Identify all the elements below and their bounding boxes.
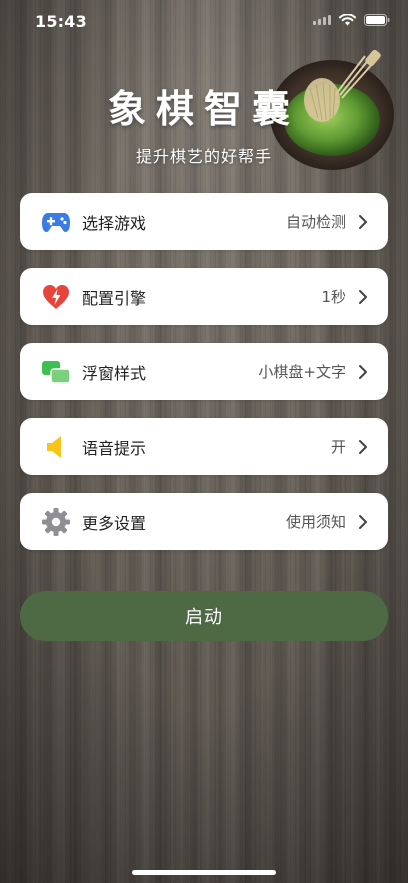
speaker-icon (40, 431, 72, 463)
start-button[interactable]: 启动 (20, 591, 388, 641)
app-subtitle: 提升棋艺的好帮手 (135, 147, 272, 166)
menu-item-value: 使用须知 (285, 513, 346, 531)
menu-item-label: 配置引擎 (82, 288, 147, 308)
wifi-icon (339, 14, 356, 26)
status-time: 15:43 (35, 12, 87, 31)
gear-icon (40, 506, 72, 538)
status-bar: 15:43 (0, 0, 408, 44)
menu-item-select-game[interactable]: 选择游戏 自动检测 (20, 193, 388, 250)
menu-item-label: 浮窗样式 (82, 363, 147, 383)
windows-icon (40, 356, 72, 388)
battery-icon (364, 14, 390, 26)
menu-item-value: 1秒 (321, 288, 346, 306)
menu-item-more-settings[interactable]: 更多设置 使用须知 (20, 493, 388, 550)
menu-item-label: 选择游戏 (82, 213, 147, 233)
cellular-signal-icon (313, 15, 331, 25)
heart-bolt-icon (40, 281, 72, 313)
chevron-right-icon (359, 214, 367, 229)
status-indicators (313, 14, 390, 26)
menu-item-voice-prompt[interactable]: 语音提示 开 (20, 418, 388, 475)
gamepad-icon (40, 206, 72, 238)
menu-item-value: 自动检测 (285, 213, 346, 231)
menu-item-engine-config[interactable]: 配置引擎 1秒 (20, 268, 388, 325)
menu-item-label: 更多设置 (82, 513, 147, 533)
chevron-right-icon (359, 364, 367, 379)
chevron-right-icon (359, 514, 367, 529)
menu-item-label: 语音提示 (82, 438, 147, 458)
app-screen: 15:43 象棋智囊 提升棋艺的好帮手 选择游戏 自动检测 配置引擎 1秒 浮窗… (0, 0, 408, 883)
settings-menu: 选择游戏 自动检测 配置引擎 1秒 浮窗样式 小棋盘+文字 语音提示 开 更多设… (20, 193, 388, 568)
menu-item-value: 开 (330, 438, 346, 456)
chevron-right-icon (359, 289, 367, 304)
chevron-right-icon (359, 439, 367, 454)
menu-item-float-style[interactable]: 浮窗样式 小棋盘+文字 (20, 343, 388, 400)
menu-item-value: 小棋盘+文字 (258, 363, 346, 381)
home-indicator[interactable] (132, 870, 276, 875)
app-title: 象棋智囊 (107, 87, 300, 131)
